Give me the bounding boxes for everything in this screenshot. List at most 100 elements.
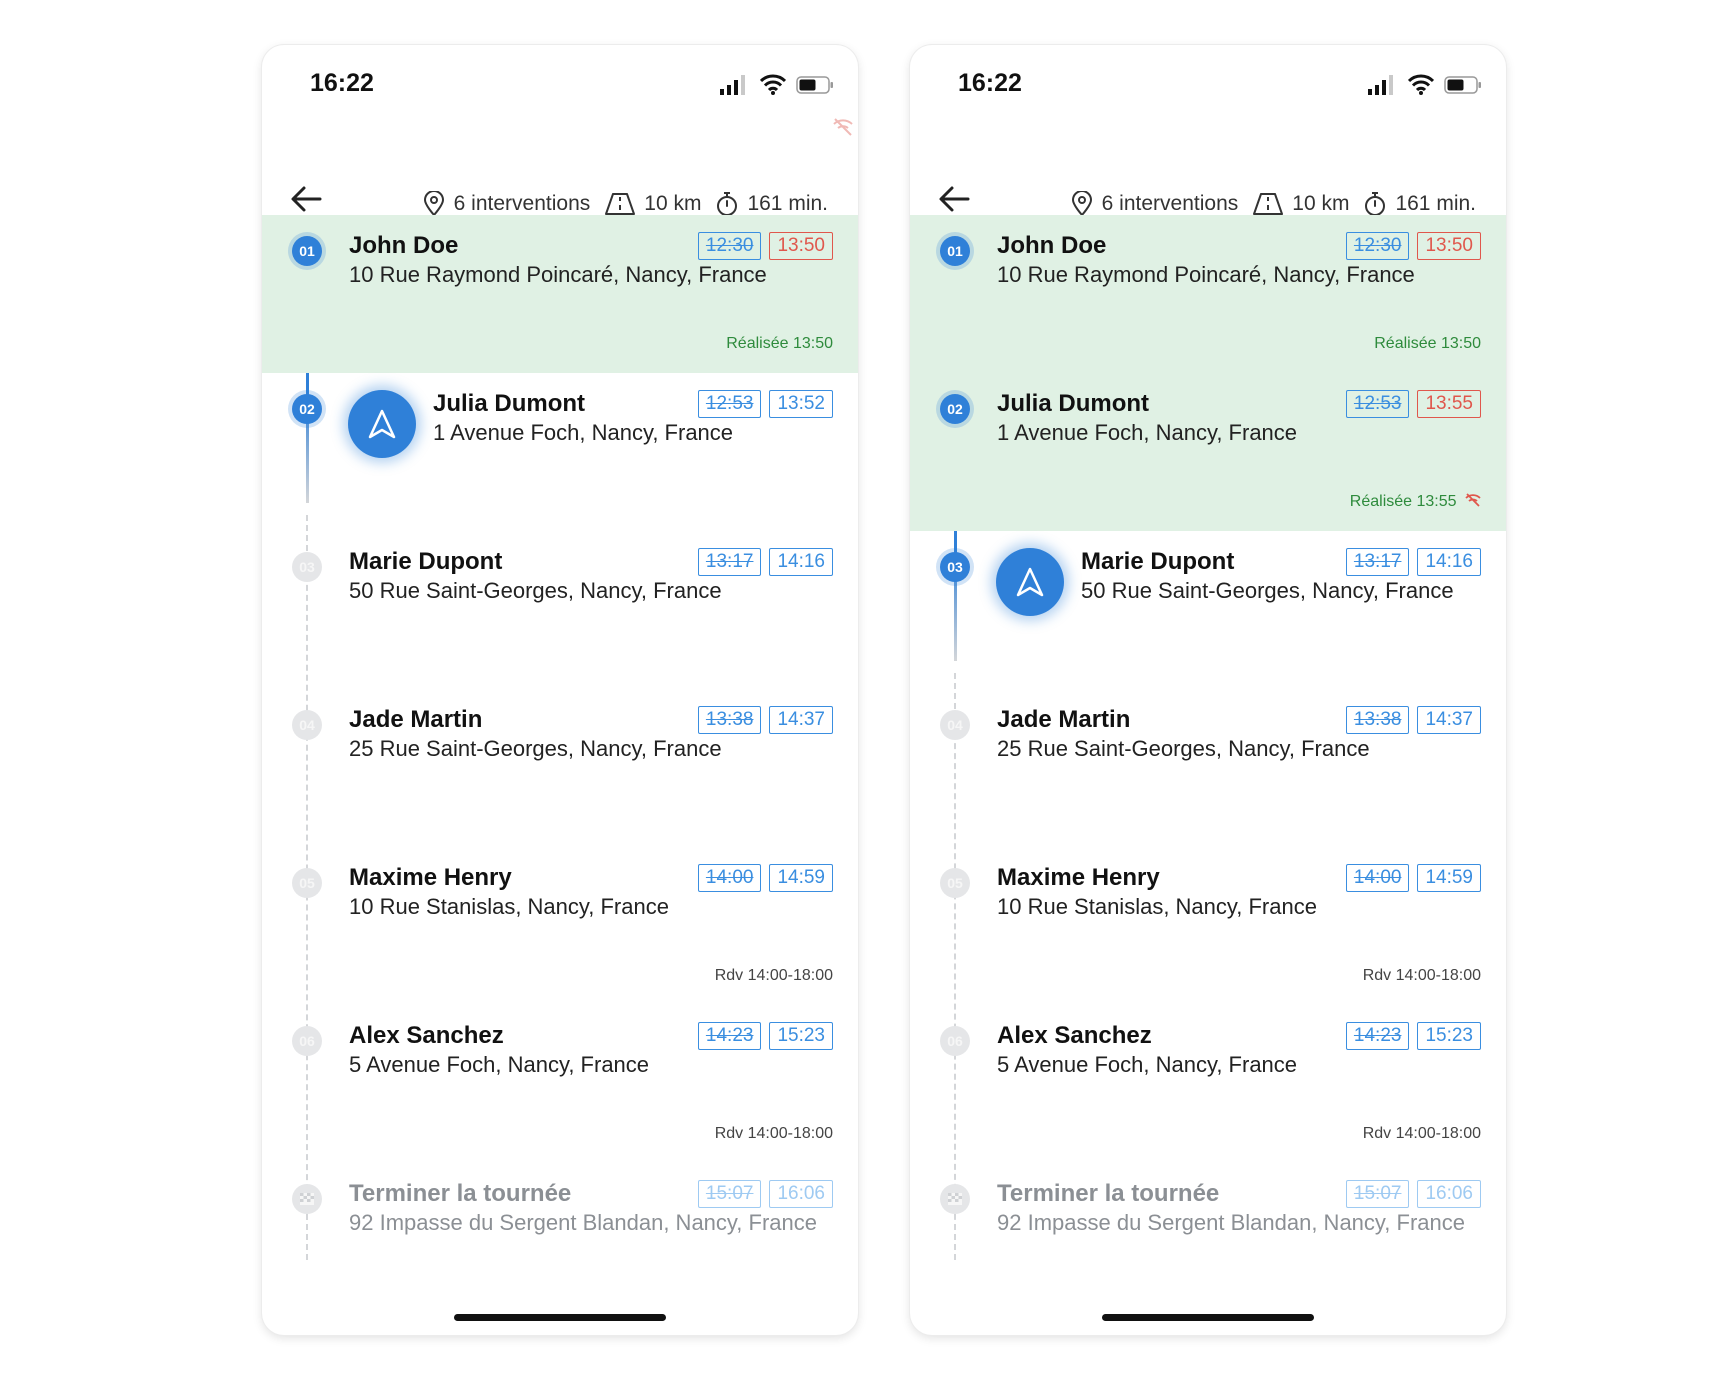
stop-row[interactable]: 03 Marie Dupont 50 Rue Saint-Georges, Na…: [910, 531, 1506, 689]
stop-times: 12:30 13:50: [697, 232, 833, 260]
distance-value: 10 km: [644, 192, 702, 215]
stop-row[interactable]: 06 Alex Sanchez 5 Avenue Foch, Nancy, Fr…: [262, 1005, 858, 1163]
navigate-button[interactable]: [348, 390, 416, 458]
stop-row[interactable]: 02 Julia Dumont 1 Avenue Foch, Nancy, Fr…: [910, 373, 1506, 531]
flag-icon: [948, 1193, 962, 1205]
appointment-window: Rdv 14:00-18:00: [714, 1125, 833, 1142]
stop-client-name: Maxime Henry: [349, 864, 512, 891]
stop-times: 12:53 13:55: [1345, 390, 1481, 418]
planned-time: 13:17: [697, 548, 762, 576]
finish-tour-row[interactable]: Terminer la tournée 92 Impasse du Sergen…: [910, 1163, 1506, 1321]
location-pin-icon: [423, 191, 444, 217]
tour-summary: 6 interventions 10 km 161 min.: [422, 191, 828, 217]
stop-row[interactable]: 05 Maxime Henry 10 Rue Stanislas, Nancy,…: [910, 847, 1506, 1005]
stop-client-name: Julia Dumont: [433, 390, 586, 417]
stop-row[interactable]: 05 Maxime Henry 10 Rue Stanislas, Nancy,…: [262, 847, 858, 1005]
planned-time: 15:07: [1345, 1180, 1410, 1208]
stop-client-name: John Doe: [349, 232, 459, 259]
phone-screen-1: 16:22 6 interventions 10 km 161 min. 01 …: [262, 45, 858, 1335]
distance-value: 10 km: [1292, 192, 1350, 215]
location-pin-icon: [1071, 191, 1092, 217]
planned-time: 14:00: [697, 864, 762, 892]
stop-number-marker: 04: [940, 710, 970, 740]
stop-number-marker: 01: [292, 236, 322, 266]
stop-times: 14:00 14:59: [1345, 864, 1481, 892]
stop-times: 15:07 16:06: [1345, 1180, 1481, 1208]
stop-times: 15:07 16:06: [697, 1180, 833, 1208]
finish-tour-row[interactable]: Terminer la tournée 92 Impasse du Sergen…: [262, 1163, 858, 1321]
planned-time: 12:53: [1345, 390, 1410, 418]
finish-tour-label: Terminer la tournée: [349, 1180, 572, 1207]
stop-row[interactable]: 04 Jade Martin 25 Rue Saint-Georges, Nan…: [910, 689, 1506, 847]
stop-address: 10 Rue Stanislas, Nancy, France: [997, 894, 1317, 919]
stop-address: 10 Rue Raymond Poincaré, Nancy, France: [349, 262, 767, 287]
flag-icon: [300, 1193, 314, 1205]
stop-client-name: Jade Martin: [349, 706, 483, 733]
interventions-count: 6 interventions: [1101, 192, 1239, 215]
status-icons: [1368, 73, 1481, 97]
completed-status: Réalisée 13:50: [1374, 335, 1481, 352]
wifi-icon: [760, 74, 786, 95]
stop-times: 14:00 14:59: [697, 864, 833, 892]
stop-row[interactable]: 06 Alex Sanchez 5 Avenue Foch, Nancy, Fr…: [910, 1005, 1506, 1163]
stop-row[interactable]: 02 Julia Dumont 1 Avenue Foch, Nancy, Fr…: [262, 373, 858, 531]
stop-client-name: Marie Dupont: [1081, 548, 1235, 575]
stop-address: 1 Avenue Foch, Nancy, France: [997, 420, 1298, 445]
stop-address: 10 Rue Stanislas, Nancy, France: [349, 894, 669, 919]
estimated-time: 13:50: [769, 232, 833, 260]
stop-times: 13:38 14:37: [1345, 706, 1481, 734]
stop-row[interactable]: 01 John Doe 10 Rue Raymond Poincaré, Nan…: [910, 215, 1506, 373]
estimated-time: 16:06: [1417, 1180, 1481, 1208]
stop-client-name: Maxime Henry: [997, 864, 1160, 891]
planned-time: 13:38: [697, 706, 762, 734]
navigate-button[interactable]: [996, 548, 1064, 616]
stop-row[interactable]: 03 Marie Dupont 50 Rue Saint-Georges, Na…: [262, 531, 858, 689]
stop-number-marker: 03: [292, 552, 322, 582]
completed-status: Réalisée 13:50: [726, 335, 833, 352]
estimated-time: 14:37: [769, 706, 833, 734]
estimated-time: 14:16: [1417, 548, 1481, 576]
duration-value: 161 min.: [1395, 192, 1476, 215]
estimated-time: 14:59: [769, 864, 833, 892]
planned-time: 12:53: [697, 390, 762, 418]
estimated-time: 15:23: [769, 1022, 833, 1050]
planned-time: 14:23: [1345, 1022, 1410, 1050]
stop-times: 13:38 14:37: [697, 706, 833, 734]
signal-icon: [1368, 75, 1393, 95]
stop-client-name: Marie Dupont: [349, 548, 503, 575]
estimated-time: 13:50: [1417, 232, 1481, 260]
stop-row[interactable]: 04 Jade Martin 25 Rue Saint-Georges, Nan…: [262, 689, 858, 847]
home-indicator[interactable]: [1102, 1314, 1314, 1321]
stop-client-name: Jade Martin: [997, 706, 1131, 733]
stop-times: 12:30 13:50: [1345, 232, 1481, 260]
wifi-icon: [1408, 74, 1434, 95]
stop-row[interactable]: 01 John Doe 10 Rue Raymond Poincaré, Nan…: [262, 215, 858, 373]
back-arrow-icon[interactable]: [290, 185, 322, 213]
stop-number-marker: 02: [940, 394, 970, 424]
estimated-time: 14:37: [1417, 706, 1481, 734]
stop-number-marker: 05: [292, 868, 322, 898]
status-time: 16:22: [958, 69, 1022, 97]
stop-number-marker: 05: [940, 868, 970, 898]
finish-tour-label: Terminer la tournée: [997, 1180, 1220, 1207]
appointment-window: Rdv 14:00-18:00: [1362, 1125, 1481, 1142]
stop-client-name: Alex Sanchez: [349, 1022, 504, 1049]
navigation-arrow-icon: [368, 409, 396, 439]
stopwatch-icon: [1365, 192, 1386, 216]
estimated-time: 16:06: [769, 1180, 833, 1208]
completed-status: Réalisée 13:55: [1349, 493, 1457, 510]
completed-status-row: Réalisée 13:55: [1350, 493, 1481, 511]
navigation-arrow-icon: [1016, 567, 1044, 597]
back-arrow-icon[interactable]: [938, 185, 970, 213]
home-indicator[interactable]: [454, 1314, 666, 1321]
stop-times: 14:23 15:23: [1345, 1022, 1481, 1050]
planned-time: 13:38: [1345, 706, 1410, 734]
planned-time: 12:30: [1345, 232, 1410, 260]
stop-number-marker: 03: [940, 552, 970, 582]
status-bar: 16:22: [910, 45, 1506, 125]
finish-address: 92 Impasse du Sergent Blandan, Nancy, Fr…: [349, 1210, 817, 1235]
estimated-time: 15:23: [1417, 1022, 1481, 1050]
stop-number-marker: 04: [292, 710, 322, 740]
status-bar: 16:22: [262, 45, 858, 136]
estimated-time: 14:59: [1417, 864, 1481, 892]
